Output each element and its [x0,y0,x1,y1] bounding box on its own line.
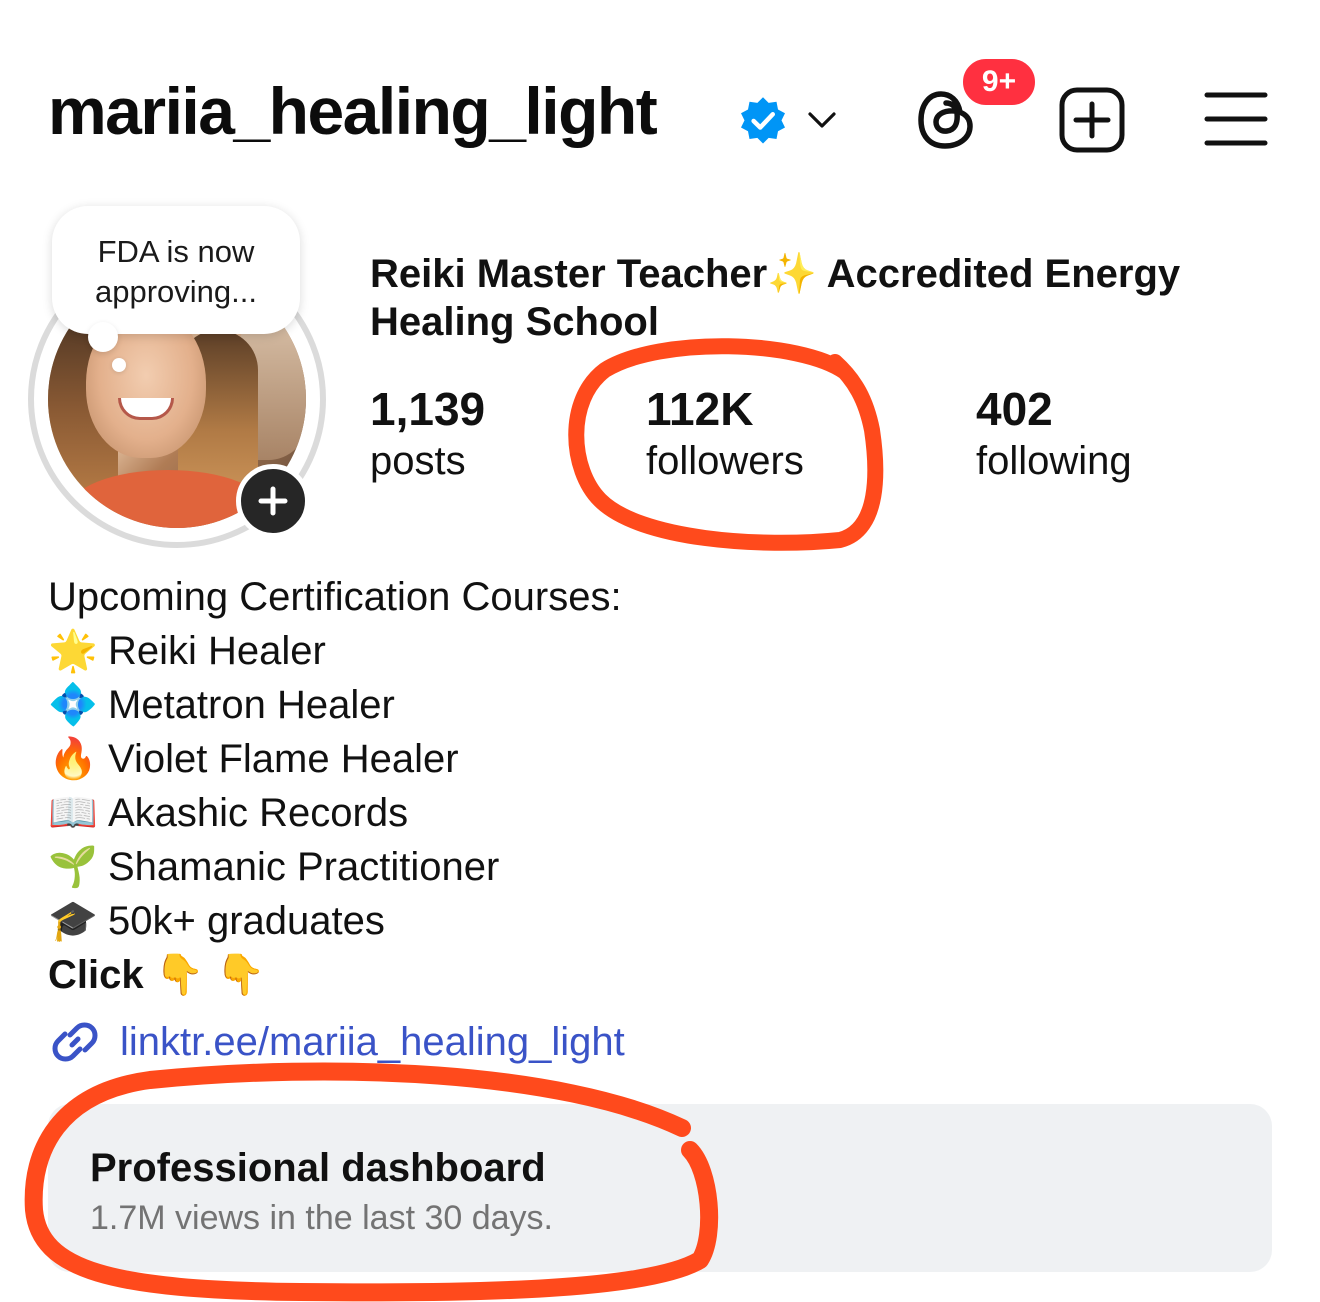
stat-value: 402 [976,383,1053,435]
bio-item: 🌟 Reiki Healer [48,624,622,678]
stat-label: followers [646,439,804,483]
note-bubble-tail-small [112,358,126,372]
plus-icon [258,486,288,516]
bio-item-text: Shamanic Practitioner [108,845,500,889]
bio-item-text: Reiki Healer [108,629,326,673]
diamond-icon: 💠 [48,683,98,727]
bio-item-text: Metatron Healer [108,683,395,727]
dashboard-title: Professional dashboard [90,1146,546,1190]
notification-badge: 9+ [960,56,1038,108]
stat-followers[interactable]: 112K followers [646,382,804,486]
bio-item-text: 50k+ graduates [108,899,385,943]
stat-value: 112K [646,383,754,435]
new-post-icon[interactable] [1058,86,1126,154]
note-bubble[interactable]: FDA is now approving... [52,206,300,334]
professional-dashboard-card[interactable]: Professional dashboard 1.7M views in the… [48,1104,1272,1272]
menu-icon[interactable] [1204,90,1268,148]
add-story-button[interactable] [236,464,310,538]
bio-item: 📖 Akashic Records [48,786,622,840]
bio-click-line: Click 👇 👇 [48,948,622,1002]
verified-badge-icon [741,97,785,144]
stat-posts[interactable]: 1,139 posts [370,382,485,486]
stat-label: posts [370,439,466,483]
stat-value: 1,139 [370,383,486,435]
bio-link[interactable]: linktr.ee/mariia_healing_light [48,1012,625,1072]
bio: Upcoming Certification Courses: 🌟 Reiki H… [48,570,622,1002]
chevron-down-icon[interactable] [806,105,838,133]
note-bubble-tail [88,322,118,352]
username[interactable]: mariia_healing_light [48,78,658,144]
bio-item: 💠 Metatron Healer [48,678,622,732]
bio-item-text: Violet Flame Healer [108,737,459,781]
link-icon [52,1022,98,1062]
fire-icon: 🔥 [48,737,98,781]
link-text[interactable]: linktr.ee/mariia_healing_light [120,1020,625,1065]
pointing-down-icon: 👇 👇 [154,953,266,997]
bio-item: 🔥 Violet Flame Healer [48,732,622,786]
bio-item-text: Akashic Records [108,791,409,835]
book-icon: 📖 [48,791,98,835]
profile-header: mariia_healing_light 9+ [0,0,1320,190]
seedling-icon: 🌱 [48,845,98,889]
bio-click-label: Click [48,953,144,997]
dashboard-subtitle: 1.7M views in the last 30 days. [90,1199,554,1237]
stat-following[interactable]: 402 following [976,382,1132,486]
display-name: Reiki Master Teacher✨ Accredited Energy … [370,252,1181,344]
graduation-cap-icon: 🎓 [48,899,98,943]
bio-item: 🎓 50k+ graduates [48,894,622,948]
stat-label: following [976,439,1132,483]
star-icon: 🌟 [48,629,98,673]
bio-item: 🌱 Shamanic Practitioner [48,840,622,894]
bio-heading: Upcoming Certification Courses: [48,575,622,619]
